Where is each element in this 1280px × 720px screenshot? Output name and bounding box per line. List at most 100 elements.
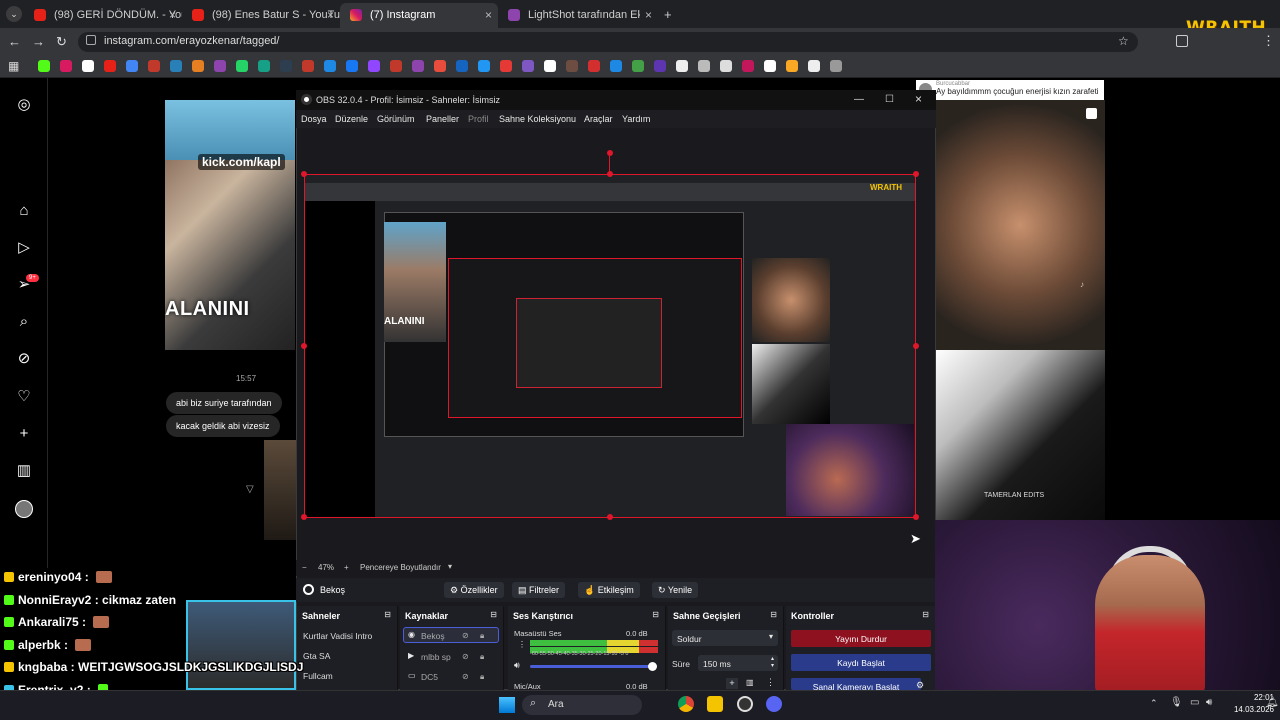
transition-select[interactable]: Soldur ▾ [672, 630, 778, 646]
tab-list-chevron-icon[interactable]: ⌄ [6, 6, 22, 22]
dock-menu-icon[interactable]: ⊟ [922, 610, 929, 619]
zoom-out-icon[interactable]: − [302, 563, 307, 572]
bookmark-icon[interactable] [390, 60, 402, 72]
tab-lightshot[interactable]: LightShot tarafından Ekran Görüntüsü × [498, 3, 658, 28]
lock-icon[interactable]: 🔒︎ [480, 631, 484, 641]
youtube-bookmark-icon[interactable] [104, 60, 116, 72]
resize-handle[interactable] [301, 343, 307, 349]
new-tab-button[interactable]: + [664, 7, 672, 22]
menu-yardim[interactable]: Yardım [622, 114, 650, 124]
more-icon[interactable]: ⋮ [766, 677, 775, 688]
scene-item[interactable]: Fullcam [303, 671, 333, 681]
maximize-icon[interactable]: ☐ [885, 94, 894, 105]
resize-handle[interactable] [301, 514, 307, 520]
taskbar-search[interactable]: ⌕ Ara [522, 695, 642, 715]
bookmark-icon[interactable] [544, 60, 556, 72]
interact-button[interactable]: ☝ Etkileşim [578, 582, 640, 598]
kick-bookmark-icon[interactable] [38, 60, 50, 72]
menu-dosya[interactable]: Dosya [301, 114, 327, 124]
speaker-icon[interactable]: 🔊︎ [514, 660, 520, 671]
explore-icon[interactable]: ⊘ [15, 350, 33, 368]
bookmark-icon[interactable] [566, 60, 578, 72]
chrome-taskbar-icon[interactable] [678, 696, 694, 712]
zoom-in-icon[interactable]: + [344, 563, 349, 572]
bookmark-icon[interactable] [764, 60, 776, 72]
visibility-icon[interactable]: ⊘ [462, 631, 469, 640]
mic-icon[interactable]: 🎙︎ [1170, 697, 1183, 708]
close-icon[interactable]: × [169, 8, 176, 22]
bookmark-icon[interactable] [148, 60, 160, 72]
lock-icon[interactable]: 🔒︎ [480, 652, 484, 662]
star-icon[interactable]: ☆ [1118, 34, 1129, 48]
bookmark-icon[interactable] [324, 60, 336, 72]
dock-menu-icon[interactable]: ⊟ [770, 610, 777, 619]
reel-video-face[interactable] [935, 100, 1105, 350]
bookmark-icon[interactable] [280, 60, 292, 72]
bookmark-icon[interactable] [610, 60, 622, 72]
trash-icon[interactable]: ▥ [746, 678, 754, 687]
bookmark-icon[interactable] [170, 60, 182, 72]
resize-handle[interactable] [913, 343, 919, 349]
volume-icon[interactable]: 🔊︎ [1206, 697, 1212, 708]
reload-icon[interactable]: ↻ [56, 34, 67, 50]
bookmark-icon[interactable] [478, 60, 490, 72]
resize-handle[interactable] [607, 150, 613, 156]
scroll-down-icon[interactable]: ▽ [246, 484, 254, 495]
dropdown-icon[interactable]: ▾ [448, 562, 452, 571]
menu-sahne-koleksiyonu[interactable]: Sahne Koleksiyonu [499, 114, 576, 124]
close-window-icon[interactable]: × [915, 92, 922, 106]
network-icon[interactable]: ▭ [1190, 697, 1199, 708]
tab-youtube-2[interactable]: (98) Enes Batur S - YouTube × [182, 3, 340, 28]
bookmark-icon[interactable] [302, 60, 314, 72]
search-icon[interactable]: ⌕ [15, 313, 33, 331]
menu-araclar[interactable]: Araçlar [584, 114, 613, 124]
visibility-icon[interactable]: ⊘ [462, 652, 469, 661]
avatar[interactable] [15, 500, 33, 518]
stop-stream-button[interactable]: Yayını Durdur [791, 630, 931, 647]
source-item[interactable]: DC5 [421, 672, 438, 682]
bookmark-icon[interactable] [720, 60, 732, 72]
bookmark-icon[interactable] [214, 60, 226, 72]
visibility-icon[interactable]: ⊘ [462, 672, 469, 681]
bookmark-icon[interactable] [258, 60, 270, 72]
bookmark-icon[interactable] [412, 60, 424, 72]
instagram-logo-icon[interactable]: ◎ [15, 96, 33, 114]
twitch-bookmark-icon[interactable] [368, 60, 380, 72]
resize-handle[interactable] [913, 514, 919, 520]
url-bar[interactable]: instagram.com/erayozkenar/tagged/ [78, 32, 1138, 52]
dock-menu-icon[interactable]: ⊟ [384, 610, 391, 619]
add-transition-button[interactable]: + [726, 678, 738, 689]
dock-menu-icon[interactable]: ⊟ [652, 610, 659, 619]
menu-profil[interactable]: Profil [468, 114, 489, 124]
menu-duzenle[interactable]: Düzenle [335, 114, 368, 124]
properties-button[interactable]: ⚙ Özellikler [444, 582, 504, 598]
duration-input[interactable]: 150 ms ▴ ▾ [698, 655, 778, 671]
tray-chevron-icon[interactable]: ⌃ [1150, 698, 1158, 709]
extensions-icon[interactable] [1176, 35, 1188, 47]
scene-item[interactable]: Kurtlar Vadisi Intro [303, 631, 372, 641]
windows-start-icon[interactable] [499, 697, 515, 713]
bookmark-icon[interactable] [456, 60, 468, 72]
create-icon[interactable]: + [15, 425, 33, 443]
discord-taskbar-icon[interactable] [766, 696, 782, 712]
notification-bell-icon[interactable]: 🔔︎ [1266, 697, 1279, 708]
bookmark-icon[interactable] [654, 60, 666, 72]
menu-icon[interactable]: ⋮ [1262, 33, 1275, 49]
bookmark-icon[interactable] [588, 60, 600, 72]
lock-icon[interactable]: 🔒︎ [480, 672, 484, 682]
scene-item[interactable]: Gta SA [303, 651, 330, 661]
heart-icon[interactable]: ♡ [15, 388, 33, 406]
bookmark-icon[interactable] [500, 60, 512, 72]
bookmark-icon[interactable] [698, 60, 710, 72]
site-info-icon[interactable] [86, 35, 96, 45]
bookmark-icon[interactable] [434, 60, 446, 72]
bookmark-icon[interactable] [522, 60, 534, 72]
bookmark-icon[interactable] [830, 60, 842, 72]
tab-instagram[interactable]: (7) Instagram × [340, 3, 498, 28]
facebook-bookmark-icon[interactable] [346, 60, 358, 72]
virtual-camera-button[interactable]: Sanal Kamerayı Başlat [791, 678, 921, 690]
file-explorer-icon[interactable] [707, 696, 723, 712]
source-item[interactable]: Bekoş [421, 631, 445, 641]
back-icon[interactable]: ← [8, 34, 21, 49]
minimize-icon[interactable]: — [854, 94, 864, 105]
